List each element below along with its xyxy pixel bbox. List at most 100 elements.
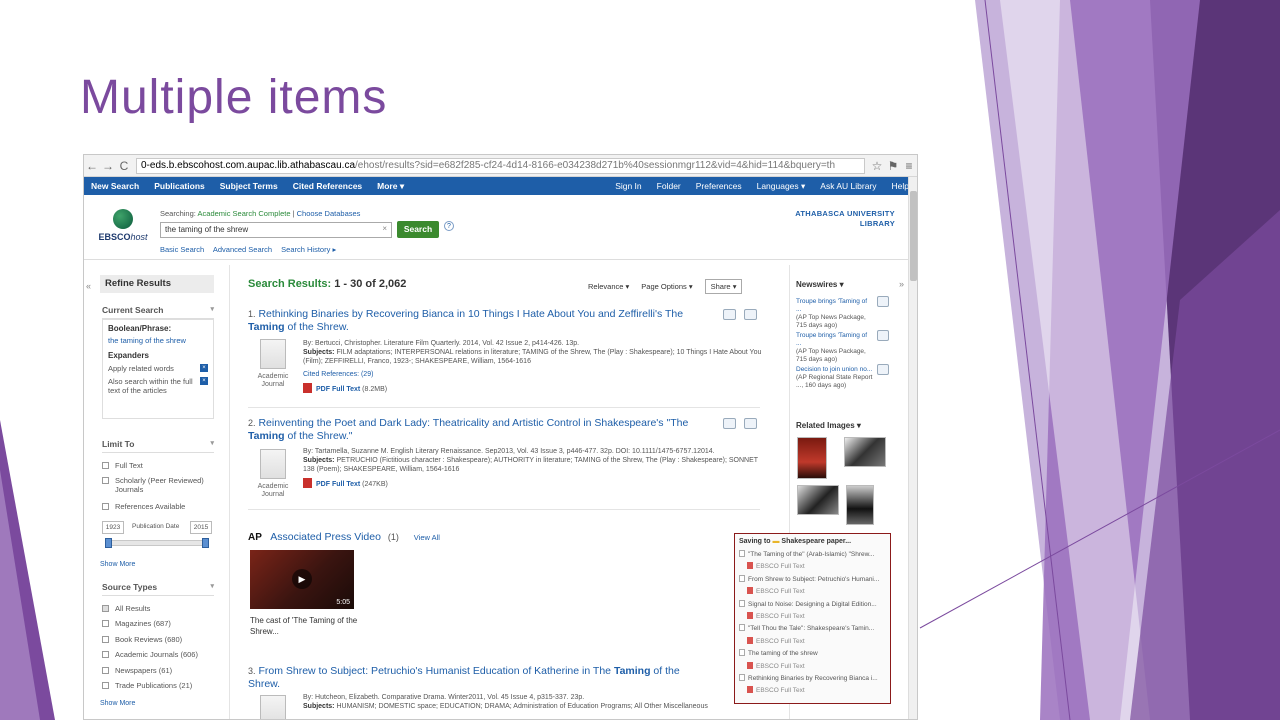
slider-handle-end[interactable] (202, 538, 209, 548)
checkbox[interactable] (102, 605, 109, 612)
checkbox[interactable] (102, 682, 109, 689)
play-icon[interactable]: ▶ (292, 569, 312, 589)
folder-item[interactable]: Signal to Noise: Designing a Digital Edi… (739, 599, 886, 611)
menu-icon[interactable]: ≡ (901, 159, 917, 173)
folder-item-fulltext[interactable]: EBSCO Full Text (739, 611, 886, 623)
result-title[interactable]: 1. Rethinking Binaries by Recovering Bia… (248, 308, 698, 334)
checkbox[interactable] (102, 462, 109, 469)
newswire-preview-icon[interactable] (877, 330, 889, 341)
relevance-sort[interactable]: Relevance ▾ (588, 282, 629, 291)
nav-new-search[interactable]: New Search (84, 181, 147, 191)
source-show-more[interactable]: Show More (100, 700, 135, 707)
back-button[interactable]: ← (84, 159, 100, 173)
pub-date-from[interactable]: 1923 (102, 521, 124, 534)
folder-item[interactable]: From Shrew to Subject: Petruchio's Human… (739, 574, 886, 586)
nav-languages[interactable]: Languages ▾ (750, 181, 814, 192)
pub-date-slider[interactable] (105, 538, 209, 548)
limit-to-heading[interactable]: Limit To ▾ (102, 439, 214, 453)
limit-full-text[interactable]: Full Text (102, 461, 143, 470)
ebsco-logo[interactable]: EBSCOhost (96, 209, 150, 242)
nav-publications[interactable]: Publications (147, 181, 213, 191)
newswire-preview-icon[interactable] (877, 364, 889, 375)
limit-references[interactable]: References Available (102, 502, 185, 511)
source-all-results[interactable]: All Results (102, 604, 150, 613)
collapse-left-icon[interactable]: « (86, 281, 91, 291)
search-input[interactable]: the taming of the shrew × (160, 222, 392, 238)
help-icon[interactable]: ? (444, 221, 454, 231)
checkbox[interactable] (102, 503, 109, 510)
search-button[interactable]: Search (397, 221, 439, 238)
reload-button[interactable]: C (116, 159, 132, 173)
remove-expander-icon[interactable]: × (200, 364, 208, 372)
library-logo[interactable]: ATHABASCA UNIVERSITY LIBRARY (795, 209, 895, 229)
folder-item[interactable]: "The Taming of the" (Arab-Islamic) "Shre… (739, 549, 886, 561)
related-image-thumb[interactable] (797, 485, 839, 515)
slider-handle-start[interactable] (105, 538, 112, 548)
checkbox[interactable] (102, 477, 109, 484)
nav-sign-in[interactable]: Sign In (608, 181, 649, 192)
ap-video-title[interactable]: Associated Press Video (270, 531, 381, 543)
folder-item-fulltext[interactable]: EBSCO Full Text (739, 561, 886, 573)
preview-icon[interactable] (723, 309, 736, 320)
folder-item-fulltext[interactable]: EBSCO Full Text (739, 636, 886, 648)
newswires-heading[interactable]: Newswires ▾ (796, 280, 844, 289)
add-to-folder-icon[interactable] (744, 418, 757, 429)
page-options[interactable]: Page Options ▾ (641, 282, 692, 291)
related-image-thumb[interactable] (844, 437, 886, 467)
nav-ask-library[interactable]: Ask AU Library (813, 181, 884, 192)
result-title[interactable]: 3. From Shrew to Subject: Petruchio's Hu… (248, 665, 698, 691)
nav-more[interactable]: More ▾ (370, 181, 412, 192)
checkbox[interactable] (102, 667, 109, 674)
nav-folder[interactable]: Folder (650, 181, 689, 192)
limit-scholarly[interactable]: Scholarly (Peer Reviewed) Journals (102, 476, 214, 494)
forward-button[interactable]: → (100, 159, 116, 173)
folder-item[interactable]: Rethinking Binaries by Recovering Bianca… (739, 673, 886, 685)
pdf-full-text-link[interactable]: PDF Full Text (247KB) (303, 478, 763, 489)
pub-date-to[interactable]: 2015 (190, 521, 212, 534)
folder-item-fulltext[interactable]: EBSCO Full Text (739, 685, 886, 697)
collapse-right-icon[interactable]: » (899, 279, 904, 289)
checkbox[interactable] (102, 620, 109, 627)
view-all-link[interactable]: View All (414, 533, 440, 542)
nav-subject-terms[interactable]: Subject Terms (213, 181, 286, 191)
remove-expander-icon[interactable]: × (200, 377, 208, 385)
folder-item[interactable]: The taming of the shrew (739, 648, 886, 660)
checkbox[interactable] (102, 651, 109, 658)
address-bar[interactable]: 0-eds.b.ebscohost.com.aupac.lib.athabasc… (136, 157, 865, 174)
limit-show-more[interactable]: Show More (100, 561, 135, 568)
related-image-thumb[interactable] (797, 437, 827, 479)
source-academic-journals[interactable]: Academic Journals (606) (102, 650, 198, 659)
folder-item[interactable]: "Tell Thou the Tale": Shakespeare's Tami… (739, 623, 886, 635)
scrollbar-thumb[interactable] (910, 191, 917, 281)
source-book-reviews[interactable]: Book Reviews (680) (102, 635, 182, 644)
newswire-link[interactable]: Troupe brings 'Taming of ... (796, 332, 874, 348)
source-types-heading[interactable]: Source Types ▾ (102, 582, 214, 596)
source-trade-publications[interactable]: Trade Publications (21) (102, 681, 192, 690)
video-caption[interactable]: The cast of 'The Taming of the Shrew... (250, 615, 360, 637)
result-title[interactable]: 2. Reinventing the Poet and Dark Lady: T… (248, 417, 698, 443)
source-magazines[interactable]: Magazines (687) (102, 619, 171, 628)
related-images-heading[interactable]: Related Images ▾ (796, 421, 861, 430)
extension-icon[interactable]: ⚑ (885, 159, 901, 173)
choose-databases-link[interactable]: Choose Databases (297, 209, 361, 218)
pdf-full-text-link[interactable]: PDF Full Text (8.2MB) (303, 383, 763, 394)
share-button[interactable]: Share ▾ (704, 279, 743, 294)
newswire-preview-icon[interactable] (877, 296, 889, 307)
related-image-thumb[interactable] (846, 485, 874, 525)
checkbox[interactable] (102, 636, 109, 643)
source-newspapers[interactable]: Newspapers (61) (102, 666, 172, 675)
search-history-link[interactable]: Search History ▸ (281, 245, 336, 254)
clear-search-icon[interactable]: × (382, 224, 387, 233)
current-search-heading[interactable]: Current Search ▾ (102, 305, 214, 319)
boolean-value[interactable]: the taming of the shrew (108, 336, 208, 345)
page-scrollbar[interactable] (908, 177, 917, 719)
preview-icon[interactable] (723, 418, 736, 429)
video-thumbnail[interactable]: ▶ 5:05 (250, 550, 354, 609)
nav-preferences[interactable]: Preferences (689, 181, 750, 192)
newswire-link[interactable]: Troupe brings 'Taming of ... (796, 298, 874, 314)
cited-references-link[interactable]: Cited References: (29) (303, 370, 763, 379)
basic-search-link[interactable]: Basic Search (160, 245, 204, 254)
nav-cited-references[interactable]: Cited References (286, 181, 370, 191)
advanced-search-link[interactable]: Advanced Search (213, 245, 272, 254)
folder-item-fulltext[interactable]: EBSCO Full Text (739, 661, 886, 673)
